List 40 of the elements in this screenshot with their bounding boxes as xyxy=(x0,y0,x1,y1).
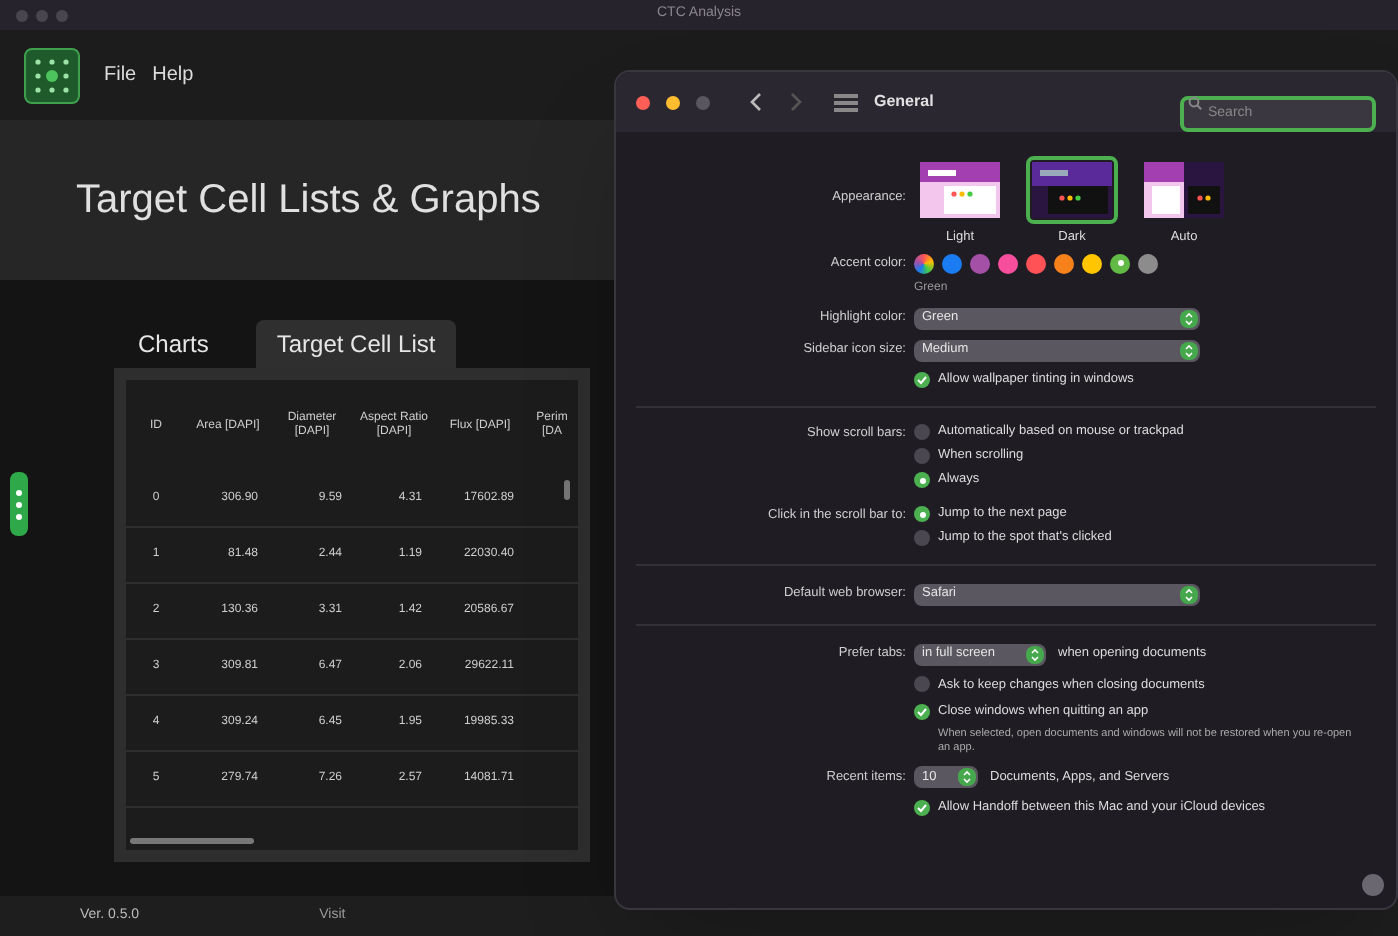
window-control[interactable] xyxy=(636,95,650,109)
radio-button[interactable] xyxy=(914,448,930,464)
sidebar-handle[interactable] xyxy=(10,472,28,536)
radio-button[interactable] xyxy=(914,530,930,546)
chevron-icon xyxy=(1180,585,1198,603)
color-swatch[interactable] xyxy=(942,253,962,274)
page-heading: Target Cell Lists & Graphs xyxy=(76,176,541,226)
theme-preview[interactable] xyxy=(1026,156,1118,224)
chevron-icon xyxy=(1180,309,1198,328)
color-swatch[interactable] xyxy=(1082,253,1102,274)
menu-item[interactable]: File xyxy=(104,60,137,90)
window-control[interactable] xyxy=(666,95,680,109)
checkbox[interactable] xyxy=(914,676,930,693)
tab[interactable]: Charts xyxy=(118,320,229,368)
vertical-scrollbar[interactable] xyxy=(564,480,570,500)
window-title: General xyxy=(874,90,934,114)
checkbox[interactable] xyxy=(914,799,930,816)
color-swatch[interactable] xyxy=(914,253,934,274)
tab[interactable]: Target Cell List xyxy=(256,320,456,368)
chevron-icon xyxy=(958,768,976,786)
color-swatch[interactable] xyxy=(1026,253,1046,274)
color-swatch[interactable] xyxy=(998,253,1018,274)
menu-item[interactable]: Help xyxy=(152,60,194,90)
color-swatch[interactable] xyxy=(1110,253,1130,274)
checkbox[interactable] xyxy=(914,371,930,388)
help-button[interactable] xyxy=(1362,874,1384,896)
horizontal-scrollbar[interactable] xyxy=(130,838,254,844)
color-swatch[interactable] xyxy=(1138,253,1158,274)
chevron-icon xyxy=(1180,341,1198,360)
color-swatch[interactable] xyxy=(970,253,990,274)
grid-logo-icon xyxy=(24,47,80,103)
theme-preview[interactable] xyxy=(914,156,1006,224)
chevron-icon xyxy=(1026,645,1044,663)
back-icon[interactable] xyxy=(750,92,762,112)
radio-button[interactable] xyxy=(914,424,930,440)
checkbox[interactable] xyxy=(914,704,930,721)
theme-preview[interactable] xyxy=(1138,156,1230,224)
color-swatch[interactable] xyxy=(1054,253,1074,274)
radio-button[interactable] xyxy=(914,506,930,522)
radio-button[interactable] xyxy=(914,472,930,488)
